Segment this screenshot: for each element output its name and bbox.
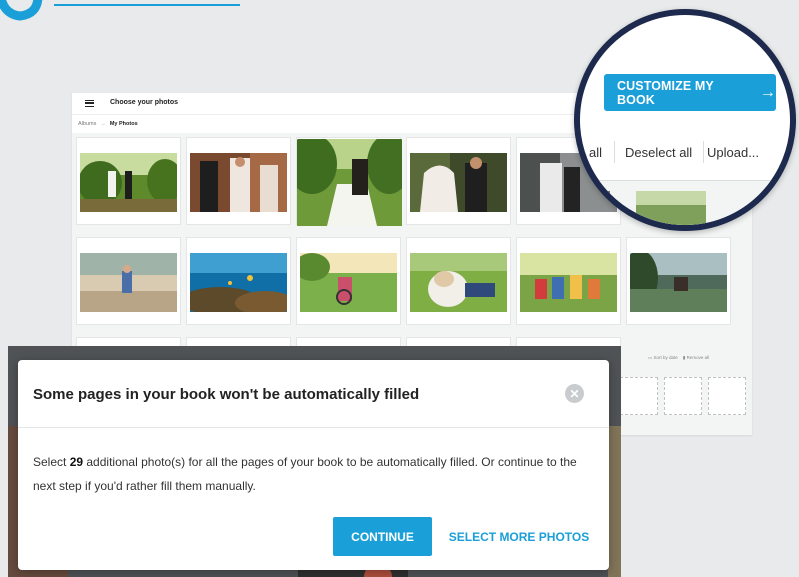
- photo-tile[interactable]: [186, 137, 291, 225]
- message-prefix: Select: [33, 455, 70, 469]
- upload-link[interactable]: Upload...: [707, 145, 759, 160]
- close-icon[interactable]: ✕: [565, 384, 584, 403]
- photo-thumbnail: [410, 153, 507, 212]
- additional-photo-count: 29: [69, 455, 84, 469]
- photo-tile[interactable]: [296, 237, 401, 325]
- dialog-message: Select 29 additional photo(s) for all th…: [33, 450, 598, 498]
- step-underline: [54, 4, 240, 6]
- sort-controls: ▭ Sort by date ▮ Remove all: [648, 355, 709, 361]
- photo-thumbnail: [190, 253, 287, 312]
- sort-by-date-link[interactable]: Sort by date: [654, 355, 678, 360]
- photo-tile[interactable]: [406, 237, 511, 325]
- toolbar-divider: [703, 141, 704, 163]
- photo-thumbnail: [80, 253, 177, 312]
- photo-tile[interactable]: [406, 137, 511, 225]
- photo-thumbnail: [520, 253, 617, 312]
- trash-icon: ▮: [682, 355, 686, 360]
- hamburger-icon[interactable]: [85, 100, 94, 107]
- photo-tile[interactable]: [516, 237, 621, 325]
- photo-thumbnail: [80, 153, 177, 212]
- photo-thumbnail: [410, 253, 507, 312]
- photo-tile[interactable]: [76, 137, 181, 225]
- photo-thumbnail: [297, 139, 402, 226]
- book-page-slot[interactable]: [664, 377, 702, 415]
- photo-tile[interactable]: [76, 237, 181, 325]
- customize-my-book-button[interactable]: CUSTOMIZE MY BOOK →: [604, 74, 776, 111]
- toolbar-divider: [614, 141, 615, 163]
- message-suffix: additional photo(s) for all the pages of…: [33, 455, 577, 493]
- photo-thumbnail: [300, 253, 397, 312]
- book-page-slot[interactable]: [620, 377, 658, 415]
- book-page-slot[interactable]: [708, 377, 746, 415]
- photo-tile[interactable]: [296, 137, 402, 226]
- remove-all-link[interactable]: Remove all: [687, 355, 710, 360]
- photo-thumbnail: [190, 153, 287, 212]
- continue-button[interactable]: CONTINUE: [333, 517, 432, 556]
- magnified-grid: [580, 181, 790, 225]
- unfilled-pages-dialog: Some pages in your book won't be automat…: [18, 360, 609, 570]
- photo-tile[interactable]: [626, 237, 731, 325]
- customize-my-book-label: CUSTOMIZE MY BOOK: [617, 78, 714, 107]
- breadcrumb-albums[interactable]: Albums: [78, 121, 96, 127]
- page-title: Choose your photos: [110, 99, 179, 106]
- select-more-photos-button[interactable]: SELECT MORE PHOTOS: [444, 517, 594, 556]
- magnifier-zoom: CUSTOMIZE MY BOOK → all Deselect all Upl…: [574, 9, 796, 231]
- photo-tile[interactable]: [186, 237, 291, 325]
- photo-thumbnail: [608, 426, 621, 577]
- dialog-title: Some pages in your book won't be automat…: [33, 386, 420, 403]
- calendar-icon: ▭: [648, 355, 653, 360]
- photo-thumbnail: [630, 253, 727, 312]
- deselect-all-link[interactable]: Deselect all: [625, 145, 692, 160]
- dialog-divider: [18, 427, 609, 428]
- step-number-logo: [0, 0, 43, 21]
- arrow-right-icon: →: [759, 83, 776, 101]
- breadcrumb-separator-icon: →: [100, 121, 106, 127]
- breadcrumb: Albums → My Photos: [78, 121, 138, 127]
- select-all-link[interactable]: all: [589, 145, 602, 160]
- breadcrumb-current: My Photos: [109, 121, 138, 127]
